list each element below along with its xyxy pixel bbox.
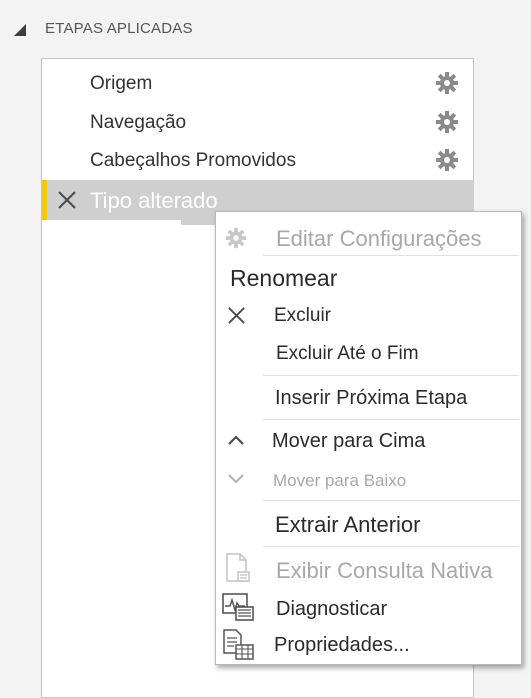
step-label: Cabeçalhos Promovidos: [90, 150, 296, 171]
step-label: Navegação: [90, 112, 187, 133]
menu-item-editar-configuracoes[interactable]: Editar Configurações: [216, 218, 521, 258]
menu-item-label: Diagnosticar: [276, 598, 388, 620]
menu-item-extrair-anterior[interactable]: Extrair Anterior: [216, 505, 521, 543]
gear-icon[interactable]: [435, 71, 459, 95]
menu-item-label: Propriedades...: [274, 634, 410, 656]
close-icon[interactable]: [57, 190, 77, 210]
menu-item-label: Mover para Cima: [272, 430, 426, 452]
properties-icon: [223, 629, 254, 660]
menu-item-excluir[interactable]: Excluir: [216, 299, 521, 333]
menu-item-label: Exibir Consulta Nativa: [276, 558, 493, 583]
gear-icon[interactable]: [435, 110, 459, 134]
step-item-navegacao[interactable]: Navegação: [42, 103, 474, 141]
step-label: Origem: [90, 73, 153, 94]
section-header[interactable]: ETAPAS APLICADAS: [0, 0, 531, 56]
document-icon: [226, 553, 250, 582]
gear-icon[interactable]: [435, 148, 459, 172]
menu-item-label: Excluir Até o Fim: [276, 343, 419, 364]
menu-item-exibir-consulta-nativa[interactable]: Exibir Consulta Nativa: [216, 550, 521, 588]
menu-item-label: Inserir Próxima Etapa: [275, 387, 468, 409]
menu-item-label: Mover para Baixo: [273, 471, 407, 490]
section-title: ETAPAS APLICADAS: [45, 20, 193, 37]
diagnostics-icon: [222, 593, 254, 621]
menu-item-label: Excluir: [274, 305, 332, 326]
menu-separator: [263, 375, 519, 376]
menu-item-renomear[interactable]: Renomear: [216, 260, 521, 296]
gear-icon: [225, 227, 247, 249]
step-item-cabecalhos-promovidos[interactable]: Cabeçalhos Promovidos: [42, 141, 474, 179]
menu-item-mover-para-baixo[interactable]: Mover para Baixo: [216, 463, 521, 497]
step-label: Tipo alterado: [90, 188, 218, 213]
chevron-down-icon: [228, 474, 244, 484]
menu-separator: [263, 500, 519, 501]
menu-item-propriedades[interactable]: Propriedades...: [216, 628, 521, 662]
selected-row-tail: [181, 218, 215, 225]
menu-item-diagnosticar[interactable]: Diagnosticar: [216, 591, 521, 627]
menu-item-inserir-proxima-etapa[interactable]: Inserir Próxima Etapa: [216, 380, 521, 416]
chevron-up-icon: [228, 435, 244, 445]
context-menu: Editar Configurações Renomear Excluir Ex…: [215, 211, 522, 665]
menu-item-label: Extrair Anterior: [275, 512, 421, 537]
menu-separator: [263, 419, 519, 420]
collapse-triangle-icon[interactable]: [14, 24, 26, 36]
step-item-origem[interactable]: Origem: [42, 64, 474, 102]
close-icon: [228, 307, 245, 324]
menu-separator: [263, 255, 519, 256]
selected-indicator: [42, 180, 47, 220]
menu-item-excluir-ate-o-fim[interactable]: Excluir Até o Fim: [216, 337, 521, 371]
menu-separator: [263, 546, 519, 547]
menu-item-mover-para-cima[interactable]: Mover para Cima: [216, 423, 521, 459]
menu-item-label: Editar Configurações: [276, 226, 482, 251]
menu-item-label: Renomear: [230, 265, 338, 291]
